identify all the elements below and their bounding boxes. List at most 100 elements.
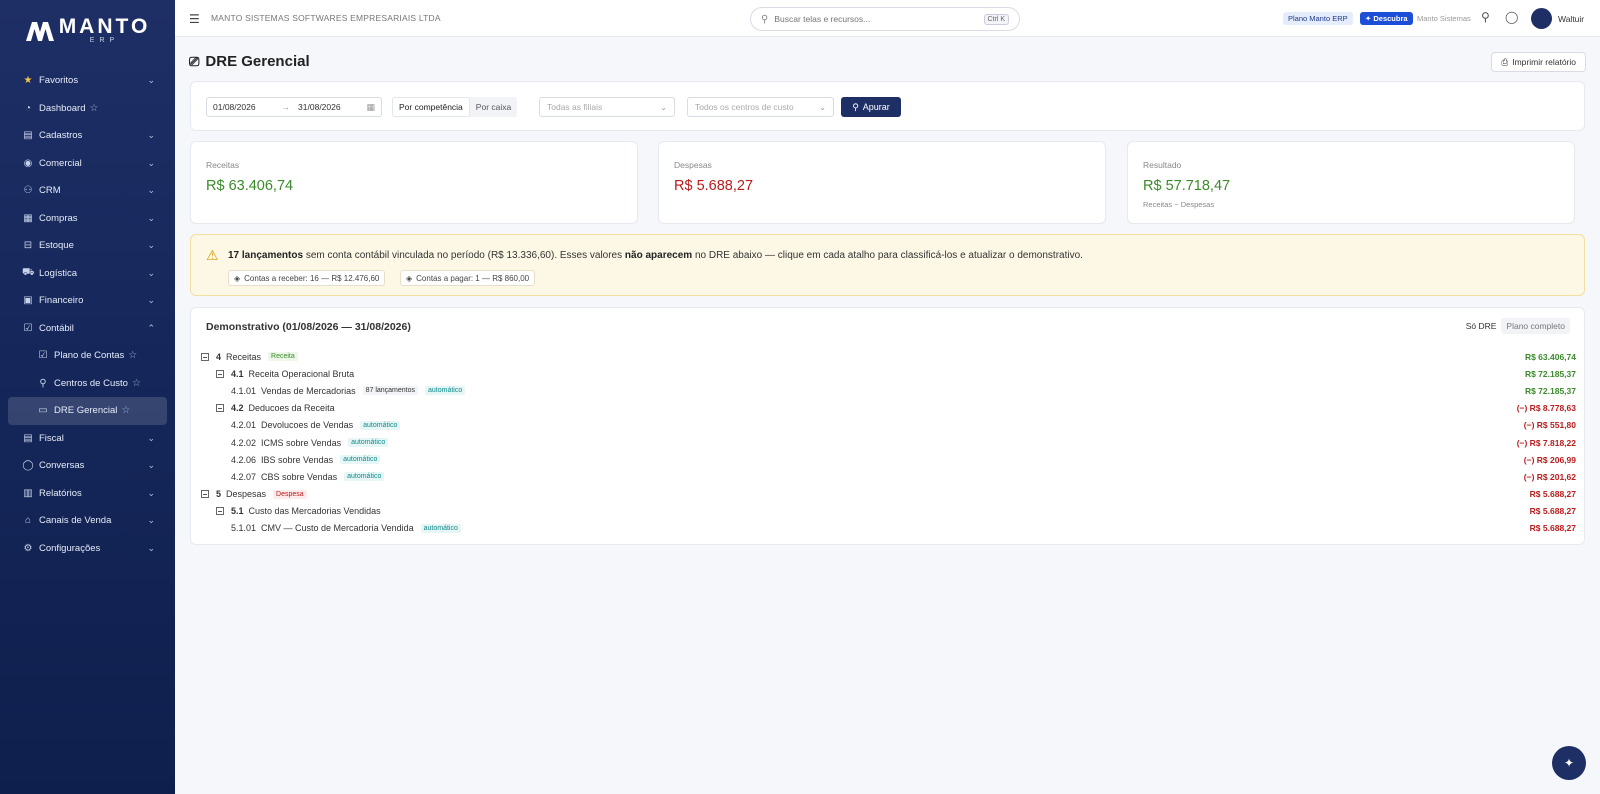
- tenant-name[interactable]: Manto Sistemas: [1417, 14, 1471, 23]
- sidebar-item-conversas[interactable]: ◯ Conversas ⌄: [0, 452, 175, 480]
- date-range-picker[interactable]: 01/08/2026 → 31/08/2026 ▦: [206, 97, 382, 117]
- discover-badge[interactable]: ✦ Descubra: [1360, 12, 1413, 25]
- dre-row[interactable]: 5.1.01 CMV — Custo de Mercadoria Vendida…: [201, 520, 1576, 537]
- kpi-label: Receitas: [206, 160, 240, 170]
- dre-row[interactable]: 4.2.07 CBS sobre Vendas automático (−) R…: [201, 468, 1576, 485]
- sidebar-item-cadastros[interactable]: ▤ Cadastros ⌄: [0, 122, 175, 150]
- doc-icon: ☑: [38, 350, 48, 362]
- apply-button[interactable]: ⚲ Apurar: [841, 97, 901, 117]
- sidebar-item-dre-gerencial[interactable]: ▭ DRE Gerencial ☆: [8, 397, 167, 425]
- date-start[interactable]: 01/08/2026: [213, 102, 256, 112]
- sidebar-item-favoritos[interactable]: ★ Favoritos ⌄: [0, 67, 175, 95]
- collapse-icon[interactable]: [201, 352, 209, 361]
- dre-row[interactable]: 4.2.02 ICMS sobre Vendas automático (−) …: [201, 434, 1576, 451]
- dre-row[interactable]: 4.2.01 Devolucoes de Vendas automático (…: [201, 417, 1576, 434]
- alert-text: sem conta contábil vinculada no período …: [303, 250, 625, 261]
- sidebar-item-label: Favoritos: [39, 75, 79, 87]
- favorite-star-icon[interactable]: ☆: [128, 350, 137, 361]
- whatsapp-icon[interactable]: ◯: [1505, 10, 1518, 24]
- row-amount: R$ 72.185,37: [1524, 385, 1576, 396]
- sidebar-item-label: CRM: [39, 185, 61, 197]
- alert-text: no DRE abaixo — clique em cada atalho pa…: [692, 250, 1083, 261]
- brand-logo[interactable]: MANTO ERP: [0, 0, 175, 62]
- branches-select[interactable]: Todas as filiais ⌄: [539, 97, 675, 117]
- dre-row: 5 Despesas Despesa R$ 5.688,27: [201, 486, 1576, 503]
- favorite-star-icon[interactable]: ☆: [121, 405, 130, 416]
- unlinked-entries-alert: ⚠ 17 lançamentos sem conta contábil vinc…: [190, 234, 1585, 296]
- search-icon: ⚲: [852, 101, 859, 112]
- kpi-resultado: Resultado R$ 57.718,47 Receitas − Despes…: [1127, 141, 1575, 224]
- print-label: Imprimir relatório: [1512, 57, 1576, 67]
- alert-count: 17 lançamentos: [228, 250, 304, 261]
- collapse-icon[interactable]: [216, 507, 224, 516]
- sidebar-item-logistica[interactable]: ⛟ Logística ⌄: [0, 260, 175, 288]
- cost-centers-select[interactable]: Todos os centros de custo ⌄: [687, 97, 834, 117]
- sidebar-item-compras[interactable]: ▦ Compras ⌄: [0, 205, 175, 233]
- entries-count-badge[interactable]: 87 lançamentos: [362, 386, 419, 396]
- account-name: Despesas: [226, 489, 267, 500]
- sidebar-item-label: Dashboard: [39, 102, 86, 114]
- calendar-icon[interactable]: ▦: [366, 102, 375, 113]
- payables-shortcut[interactable]: ◈ Contas a pagar: 1 — R$ 860,00: [400, 270, 536, 286]
- sidebar-item-canais-de-venda[interactable]: ⌂ Canais de Venda ⌄: [0, 507, 175, 535]
- assistant-fab-button[interactable]: ✦: [1552, 746, 1586, 780]
- print-report-button[interactable]: ⎙ Imprimir relatório: [1491, 52, 1586, 72]
- sidebar-item-label: Compras: [39, 212, 78, 224]
- logo-mark-icon: [25, 22, 54, 41]
- kpi-value: R$ 5.688,27: [674, 178, 754, 194]
- row-amount: (−) R$ 8.778,63: [1516, 403, 1576, 414]
- global-search[interactable]: ⚲ Ctrl K: [750, 7, 1020, 31]
- collapse-icon[interactable]: [216, 369, 224, 378]
- sidebar-item-label: Contábil: [39, 322, 74, 334]
- sidebar-item-comercial[interactable]: ◉ Comercial ⌄: [0, 150, 175, 178]
- account-name: Vendas de Mercadorias: [261, 385, 356, 396]
- date-end[interactable]: 31/08/2026: [298, 102, 341, 112]
- full-plan-button[interactable]: Plano completo: [1501, 318, 1570, 334]
- mode-caixa-button[interactable]: Por caixa: [470, 97, 517, 117]
- hierarchy-icon: ⚲: [39, 377, 47, 389]
- auto-badge: automático: [420, 523, 461, 533]
- sidebar-item-relatorios[interactable]: ▥ Relatórios ⌄: [0, 480, 175, 508]
- sidebar-item-plano-de-contas[interactable]: ☑ Plano de Contas ☆: [0, 342, 175, 370]
- only-dre-button[interactable]: Só DRE: [1461, 318, 1502, 334]
- sidebar-item-financeiro[interactable]: ▣ Financeiro ⌄: [0, 287, 175, 315]
- filters-bar: 01/08/2026 → 31/08/2026 ▦ Por competênci…: [190, 81, 1585, 131]
- mode-competencia-button[interactable]: Por competência: [392, 97, 470, 117]
- auto-badge: automático: [344, 472, 385, 482]
- sidebar-item-estoque[interactable]: ⊟ Estoque ⌄: [0, 232, 175, 260]
- row-amount: (−) R$ 201,62: [1523, 471, 1576, 482]
- truck-icon: ⛟: [22, 266, 35, 278]
- dre-row[interactable]: 4.1.01 Vendas de Mercadorias 87 lançamen…: [201, 382, 1576, 399]
- user-name[interactable]: Waltuir: [1558, 14, 1584, 24]
- favorite-star-icon[interactable]: ☆: [89, 103, 98, 114]
- search-icon: ⚲: [761, 13, 769, 25]
- auto-badge: automático: [340, 455, 381, 465]
- receivables-shortcut[interactable]: ◈ Contas a receber: 16 — R$ 12.476,60: [228, 270, 386, 286]
- menu-toggle-icon[interactable]: ☰: [189, 12, 200, 26]
- page-title: ⎚ DRE Gerencial: [189, 53, 310, 70]
- sidebar-item-centros-de-custo[interactable]: ⚲ Centros de Custo ☆: [0, 370, 175, 398]
- collapse-icon[interactable]: [201, 490, 209, 499]
- brand-name: MANTO: [58, 15, 151, 38]
- auto-badge: automático: [348, 438, 389, 448]
- sidebar-item-configuracoes[interactable]: ⚙ Configurações ⌄: [0, 535, 175, 563]
- sidebar-item-fiscal[interactable]: ▤ Fiscal ⌄: [0, 425, 175, 453]
- sidebar-item-dashboard[interactable]: ◔ Dashboard ☆: [0, 95, 175, 123]
- chevron-down-icon: ⌄: [147, 542, 155, 553]
- search-input[interactable]: [774, 14, 984, 24]
- alert-message: 17 lançamentos sem conta contábil vincul…: [228, 250, 1083, 261]
- account-name: CBS sobre Vendas: [261, 471, 338, 482]
- location-icon[interactable]: ⚲: [1481, 10, 1490, 24]
- sidebar-item-contabil[interactable]: ☑ Contábil ⌃: [0, 315, 175, 343]
- plan-badge[interactable]: Plano Manto ERP: [1283, 12, 1353, 25]
- dre-row[interactable]: 4.2.06 IBS sobre Vendas automático (−) R…: [201, 451, 1576, 468]
- chevron-down-icon: ⌄: [660, 102, 667, 112]
- account-code: 4.2.07: [231, 471, 257, 482]
- collapse-icon[interactable]: [216, 404, 224, 413]
- sidebar-item-crm[interactable]: ⚇ CRM ⌄: [0, 177, 175, 205]
- favorite-star-icon[interactable]: ☆: [132, 378, 141, 389]
- avatar[interactable]: [1531, 8, 1552, 29]
- account-code: 5.1.01: [231, 523, 257, 534]
- chevron-down-icon: ⌄: [147, 267, 155, 278]
- sidebar-item-label: Estoque: [39, 240, 74, 252]
